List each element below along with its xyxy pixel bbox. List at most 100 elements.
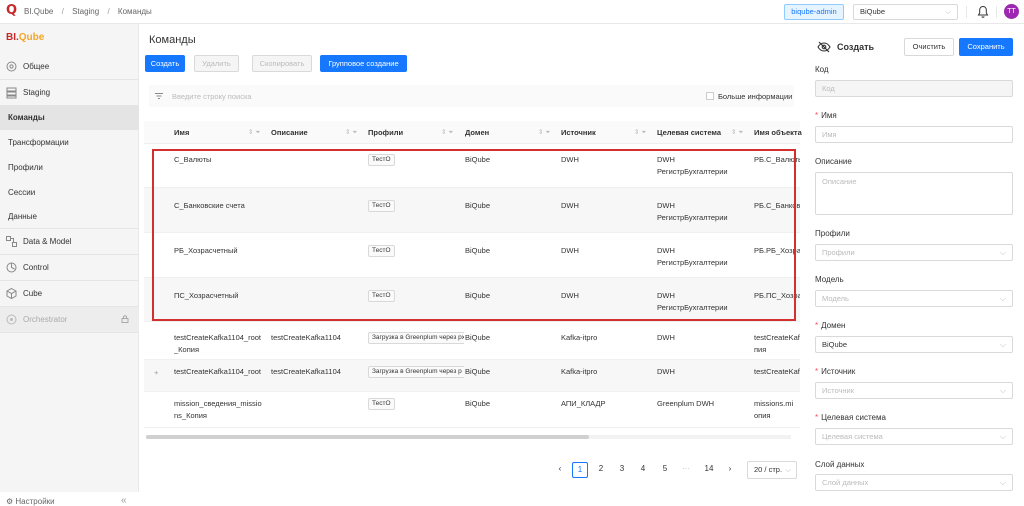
field-label-target-system: * Целевая система <box>815 413 886 422</box>
cell-target: DWH <box>657 333 675 342</box>
eye-off-icon[interactable] <box>817 41 831 53</box>
more-info-checkbox[interactable] <box>706 92 714 100</box>
pagination-page-4[interactable]: 4 <box>635 462 651 478</box>
sidebar-item-label: Данные <box>8 212 37 221</box>
save-button[interactable]: Сохранить <box>959 38 1013 56</box>
cell-target: DWH <box>657 367 675 376</box>
highlight-annotation <box>152 149 796 321</box>
column-header-name[interactable]: Имя <box>174 128 189 137</box>
pagination-page-1[interactable]: 1 <box>572 462 588 478</box>
field-label-code: Код <box>815 65 829 74</box>
sidebar-item-staging[interactable]: Staging <box>0 80 139 105</box>
pagination-page-2[interactable]: 2 <box>593 462 609 478</box>
table-row[interactable]: + testCreateKafka1104_root testCreateKaf… <box>144 360 800 392</box>
group-create-button[interactable]: Групповое создание <box>320 55 407 72</box>
sidebar-item-orchestrator[interactable]: Orchestrator <box>0 307 139 332</box>
sidebar-item-label: Data & Model <box>23 237 72 246</box>
label-text: Имя <box>821 111 837 120</box>
chevron-down-icon: ⌵ <box>999 478 1006 487</box>
pagination-ellipsis[interactable]: ··· <box>678 462 694 478</box>
label-text: Источник <box>821 367 856 376</box>
sidebar-item-transformations[interactable]: Трансформации <box>0 130 139 155</box>
cell-name: mission_сведения_missio <box>174 399 262 408</box>
profiles-select[interactable]: Профили ⌵ <box>815 244 1013 261</box>
column-header-domain[interactable]: Домен <box>465 128 489 137</box>
sidebar-item-label: Команды <box>8 113 45 122</box>
control-icon <box>6 262 17 273</box>
settings-link[interactable]: ⚙ Настройки <box>6 497 55 506</box>
clear-button[interactable]: Очистить <box>904 38 954 56</box>
chevron-down-icon: ⌵ <box>999 248 1006 257</box>
bell-icon[interactable] <box>977 5 989 19</box>
field-label-description: Описание <box>815 157 852 166</box>
data-layer-select[interactable]: Слой данных ⌵ <box>815 474 1013 491</box>
pagination-next[interactable]: › <box>722 462 738 478</box>
cell-name: testCreateKafka1104_root <box>174 367 262 376</box>
sort-filter-icon[interactable]: ⇕ ⏷ <box>731 128 743 137</box>
sidebar-item-general[interactable]: Общее <box>0 54 139 79</box>
sort-filter-icon[interactable]: ⇕ ⏷ <box>345 128 357 137</box>
create-button[interactable]: Создать <box>145 55 185 72</box>
avatar[interactable]: TT <box>1004 4 1019 19</box>
expand-row-icon[interactable]: + <box>154 368 158 377</box>
search-input[interactable]: Введите строку поиска <box>172 92 252 101</box>
column-header-profiles[interactable]: Профили <box>368 128 403 137</box>
sidebar-item-data-model[interactable]: Data & Model <box>0 229 139 254</box>
cell-name: _Копия <box>174 345 200 354</box>
page-size-select[interactable]: 20 / стр. ⌵ <box>747 461 797 479</box>
source-select[interactable]: Источник ⌵ <box>815 382 1013 399</box>
label-text: Домен <box>821 321 846 330</box>
select-placeholder: Целевая система <box>822 432 883 441</box>
name-input[interactable]: Имя <box>815 126 1013 143</box>
column-header-target-system[interactable]: Целевая система <box>657 128 721 137</box>
sort-filter-icon[interactable]: ⇕ ⏷ <box>634 128 646 137</box>
table-row[interactable]: mission_сведения_missio ns_Копия ТестО B… <box>144 394 800 428</box>
field-label-model: Модель <box>815 275 844 284</box>
select-placeholder: Модель <box>822 294 849 303</box>
cell-name: ns_Копия <box>174 411 207 420</box>
pagination-prev[interactable]: ‹ <box>552 462 568 478</box>
breadcrumb-item-staging[interactable]: Staging <box>72 7 99 16</box>
column-header-source[interactable]: Источник <box>561 128 596 137</box>
profile-tag: Загрузка в Greenplum через p <box>368 366 464 378</box>
label-text: Слой данных <box>815 460 865 469</box>
column-header-description[interactable]: Описание <box>271 128 308 137</box>
domain-select-field[interactable]: BiQube ⌵ <box>815 336 1013 353</box>
description-textarea[interactable]: Описание <box>815 172 1013 215</box>
breadcrumb-separator: / <box>61 7 64 16</box>
copy-button[interactable]: Скопировать <box>252 55 312 72</box>
table-row[interactable]: testCreateKafka1104_root _Копия testCrea… <box>144 330 800 360</box>
cell-object: testCreateKafka <box>754 367 800 376</box>
sidebar-item-sessions[interactable]: Сессии <box>0 180 139 205</box>
pagination-page-last[interactable]: 14 <box>701 462 717 478</box>
horizontal-scrollbar[interactable] <box>146 435 791 439</box>
data-model-icon <box>6 236 17 247</box>
sidebar-item-control[interactable]: Control <box>0 255 139 280</box>
model-select[interactable]: Модель ⌵ <box>815 290 1013 307</box>
select-placeholder: Слой данных <box>822 478 869 487</box>
filter-icon[interactable] <box>154 91 164 101</box>
app-logo-icon[interactable]: Q <box>6 4 18 18</box>
column-header-object-name[interactable]: Имя объекта <box>754 128 802 137</box>
pagination-page-3[interactable]: 3 <box>614 462 630 478</box>
pagination-page-5[interactable]: 5 <box>657 462 673 478</box>
sidebar-item-data[interactable]: Данные <box>0 204 139 229</box>
sidebar-item-profiles[interactable]: Профили <box>0 155 139 180</box>
create-panel: Создать Очистить Сохранить Код Код * Имя … <box>805 24 1024 492</box>
delete-button[interactable]: Удалить <box>194 55 239 72</box>
sidebar-item-label: Сессии <box>8 188 36 197</box>
sort-filter-icon[interactable]: ⇕ ⏷ <box>538 128 550 137</box>
target-system-select[interactable]: Целевая система ⌵ <box>815 428 1013 445</box>
cell-source: Kafka-itpro <box>561 367 598 376</box>
sort-filter-icon[interactable]: ⇕ ⏷ <box>248 128 260 137</box>
field-label-domain: * Домен <box>815 321 845 330</box>
label-text: Целевая система <box>821 413 886 422</box>
domain-select[interactable]: BiQube ⌵ <box>853 4 958 20</box>
scrollbar-thumb[interactable] <box>146 435 589 439</box>
collapse-sidebar-icon[interactable]: « <box>121 495 127 506</box>
sidebar-item-commands[interactable]: Команды <box>0 105 139 130</box>
sidebar-item-cube[interactable]: Cube <box>0 281 139 306</box>
breadcrumb-item-biqube[interactable]: BI.Qube <box>24 7 53 16</box>
sort-filter-icon[interactable]: ⇕ ⏷ <box>441 128 453 137</box>
divider <box>966 6 967 18</box>
